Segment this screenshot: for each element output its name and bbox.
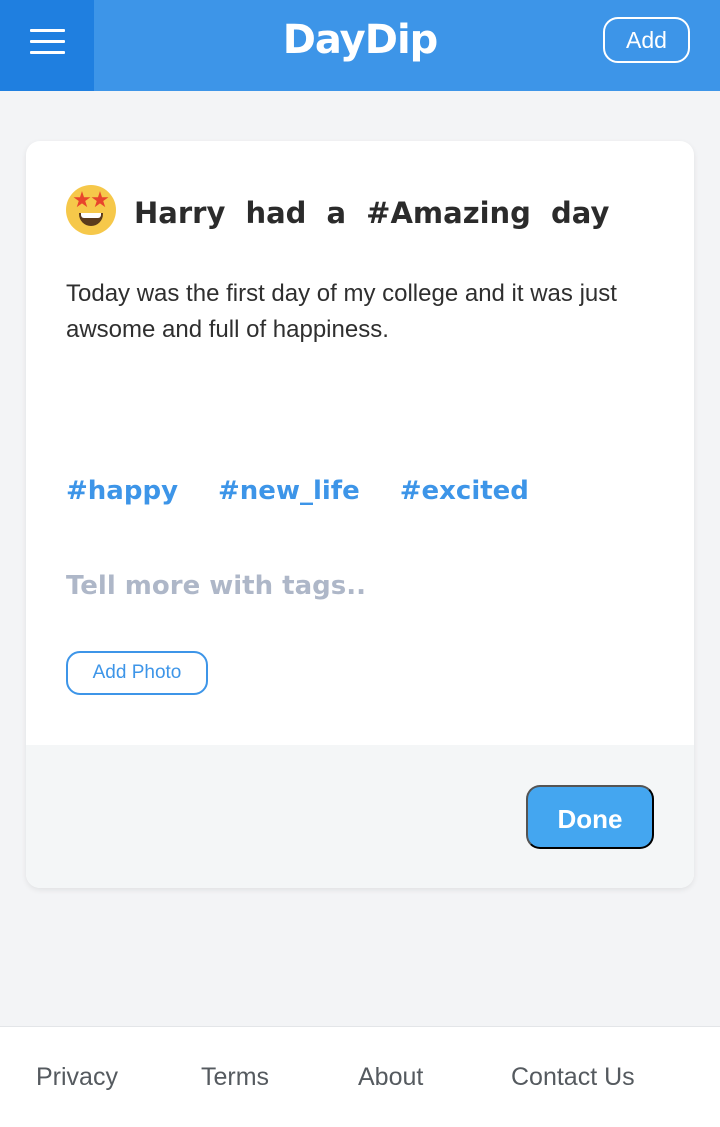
tag-new-life[interactable]: #new_life (218, 471, 360, 511)
tag-list: #happy #new_life #excited (66, 471, 569, 511)
card-actions: Done (26, 745, 694, 888)
entry-body[interactable]: Today was the first day of my college an… (66, 276, 666, 348)
tag-excited[interactable]: #excited (400, 471, 529, 511)
star-struck-emoji-icon: ★ ★ (66, 185, 116, 235)
star-eye-icon: ★ (90, 188, 110, 213)
star-eye-icon: ★ (72, 188, 92, 213)
tags-input[interactable] (66, 566, 646, 606)
footer-link-about[interactable]: About (358, 1059, 423, 1095)
tag-happy[interactable]: #happy (66, 471, 178, 511)
app-root: DayDip Add ★ ★ Harry had a #Amazing day … (0, 0, 720, 1127)
day-entry-card: ★ ★ Harry had a #Amazing day Today was t… (26, 141, 694, 888)
footer-link-privacy[interactable]: Privacy (36, 1059, 118, 1095)
footer-link-terms[interactable]: Terms (201, 1059, 269, 1095)
top-header: DayDip Add (0, 0, 720, 91)
done-button[interactable]: Done (526, 785, 654, 849)
add-photo-button[interactable]: Add Photo (66, 651, 208, 695)
entry-title: Harry had a #Amazing day (134, 196, 610, 230)
page-footer: Privacy Terms About Contact Us (0, 1026, 720, 1127)
footer-link-contact-us[interactable]: Contact Us (511, 1059, 635, 1095)
smile-teeth (81, 213, 101, 218)
add-button[interactable]: Add (603, 17, 690, 63)
